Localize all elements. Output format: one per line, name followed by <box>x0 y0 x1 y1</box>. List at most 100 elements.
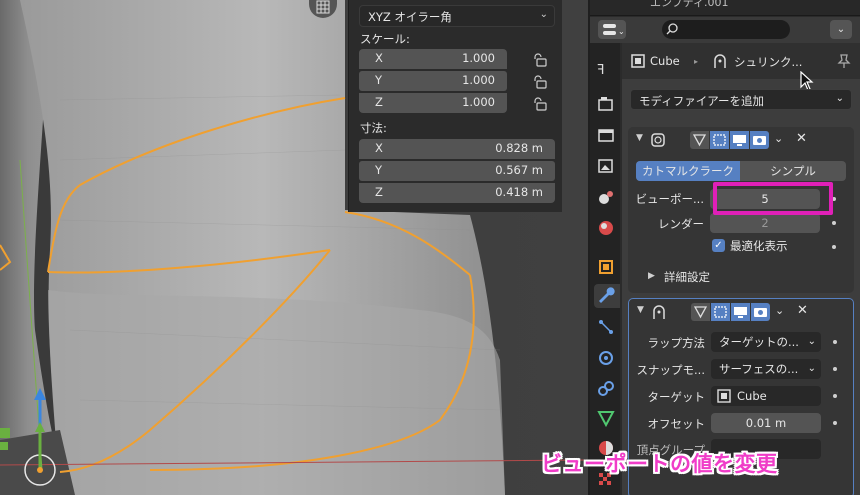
editor-type-button[interactable]: ⌄ <box>598 20 626 39</box>
render-levels-field[interactable]: 2 <box>710 213 820 233</box>
offset-field[interactable]: 0.01 m <box>711 413 821 433</box>
optimal-display-checkbox[interactable]: ✓ <box>712 239 725 252</box>
tab-tool[interactable]: ꟻ <box>594 57 618 81</box>
monitor-icon <box>733 135 746 146</box>
chevron-down-icon: ⌄ <box>539 9 548 20</box>
close-icon[interactable]: ✕ <box>796 131 807 146</box>
tab-modifiers[interactable] <box>594 284 620 308</box>
snap-mode-value: サーフェスの... <box>719 362 799 376</box>
world-icon <box>599 221 613 235</box>
tab-data[interactable] <box>594 406 618 430</box>
object-icon <box>631 54 645 68</box>
search-input[interactable] <box>662 20 790 39</box>
transform-sidebar: XYZ オイラー角 ⌄ スケール: X 1.000 Y 1.000 Z 1.00… <box>348 0 562 212</box>
wrap-method-value: ターゲットの... <box>719 335 799 349</box>
chevron-down-icon[interactable]: ⌄ <box>774 132 783 145</box>
collapse-triangle-icon[interactable]: ▼ <box>636 133 643 143</box>
camera-icon <box>754 308 767 317</box>
vertex-triangle-icon <box>692 134 707 147</box>
properties-editor-icon: ⌄ <box>603 24 625 36</box>
tab-render[interactable] <box>594 92 618 116</box>
add-modifier-dropdown[interactable]: モディファイアーを追加 ⌄ <box>630 89 852 110</box>
object-icon <box>599 260 613 274</box>
target-value: Cube <box>737 389 767 403</box>
particles-icon <box>599 320 613 334</box>
edit-mode-toggle[interactable] <box>711 303 730 321</box>
keyframe-dot[interactable] <box>833 421 837 425</box>
wrench-icon <box>599 287 615 303</box>
render-levels-label: レンダー <box>658 217 704 231</box>
tab-world[interactable] <box>594 216 618 240</box>
keyframe-dot[interactable] <box>833 340 837 344</box>
scale-z-field[interactable]: Z 1.000 <box>359 93 507 113</box>
chevron-down-icon: ⌄ <box>807 336 816 347</box>
wrap-method-dropdown[interactable]: ターゲットの... ⌄ <box>711 332 821 352</box>
on-cage-toggle[interactable] <box>691 303 710 321</box>
lock-icon[interactable] <box>532 96 548 112</box>
lock-icon[interactable] <box>532 52 548 68</box>
tab-view-layer[interactable] <box>594 154 618 178</box>
rotation-mode-dropdown[interactable]: XYZ オイラー角 ⌄ <box>359 5 555 27</box>
keyframe-dot[interactable] <box>833 367 837 371</box>
lock-icon[interactable] <box>532 74 548 90</box>
caption-text: ビューポートの値を変更 <box>541 452 778 476</box>
render-toggle[interactable] <box>750 131 769 149</box>
breadcrumb: Cube ▸ シュリンク... <box>622 43 860 79</box>
close-icon[interactable]: ✕ <box>797 303 808 318</box>
target-field[interactable]: Cube <box>711 386 821 406</box>
dimensions-label: 寸法: <box>360 121 387 135</box>
physics-icon <box>599 351 613 365</box>
subdivision-icon <box>651 133 665 147</box>
offset-label: オフセット <box>647 417 706 431</box>
keyframe-dot[interactable] <box>833 394 837 398</box>
advanced-subpanel[interactable]: 詳細設定 <box>664 269 710 285</box>
shrinkwrap-icon <box>653 305 665 319</box>
dimension-z-field[interactable]: Z 0.418 m <box>359 183 555 203</box>
tab-output[interactable] <box>594 123 618 147</box>
vertex-triangle-icon <box>693 306 708 319</box>
toggle-grid-button[interactable] <box>309 0 337 18</box>
breadcrumb-object: Cube <box>650 54 680 68</box>
chevron-down-icon[interactable]: ⌄ <box>775 304 784 317</box>
dimension-x-field[interactable]: X 0.828 m <box>359 139 555 159</box>
camera-icon <box>753 136 766 145</box>
optimal-display-label: 最適化表示 <box>730 239 788 253</box>
modifier-header: ▼ ⌄ ✕ <box>628 127 854 153</box>
outliner-partial: エンプティ.001 <box>590 0 860 16</box>
svg-text:⌄: ⌄ <box>618 27 625 36</box>
tab-scene[interactable] <box>594 185 618 209</box>
viewport-toggle[interactable] <box>730 131 749 149</box>
view-layer-icon <box>598 159 613 173</box>
properties-tabs: ꟻ <box>590 43 620 495</box>
render-icon <box>598 97 613 111</box>
target-label: ターゲット <box>647 390 706 404</box>
pin-icon[interactable] <box>836 53 852 69</box>
scale-y-field[interactable]: Y 1.000 <box>359 71 507 91</box>
snap-mode-dropdown[interactable]: サーフェスの... ⌄ <box>711 359 821 379</box>
keyframe-dot[interactable] <box>832 221 836 225</box>
search-icon <box>666 23 678 35</box>
options-dropdown[interactable]: ⌄ <box>830 20 852 39</box>
tab-object[interactable] <box>594 255 618 279</box>
expand-triangle-icon[interactable]: ▶ <box>648 271 655 281</box>
keyframe-dot[interactable] <box>832 245 836 249</box>
render-toggle[interactable] <box>751 303 770 321</box>
edit-mode-icon <box>714 306 727 318</box>
rotation-mode-value: XYZ オイラー角 <box>368 10 452 24</box>
tab-physics[interactable] <box>594 346 618 370</box>
edit-mode-toggle[interactable] <box>710 131 729 149</box>
dimension-y-field[interactable]: Y 0.567 m <box>359 161 555 181</box>
viewport-toggle[interactable] <box>731 303 750 321</box>
outliner-item[interactable]: エンプティ.001 <box>650 0 729 10</box>
breadcrumb-modifier: シュリンク... <box>734 55 803 69</box>
tab-particles[interactable] <box>594 315 618 339</box>
on-cage-toggle[interactable] <box>690 131 709 149</box>
collapse-triangle-icon[interactable]: ▼ <box>637 305 644 315</box>
scale-label: スケール: <box>360 32 410 46</box>
tab-catmull-clark[interactable]: カトマルクラーク <box>636 161 740 181</box>
tab-constraints[interactable] <box>594 377 618 401</box>
scale-x-field[interactable]: X 1.000 <box>359 49 507 69</box>
tab-simple[interactable]: シンプル <box>740 161 846 181</box>
chevron-down-icon: ⌄ <box>807 363 816 374</box>
monitor-icon <box>734 307 747 318</box>
